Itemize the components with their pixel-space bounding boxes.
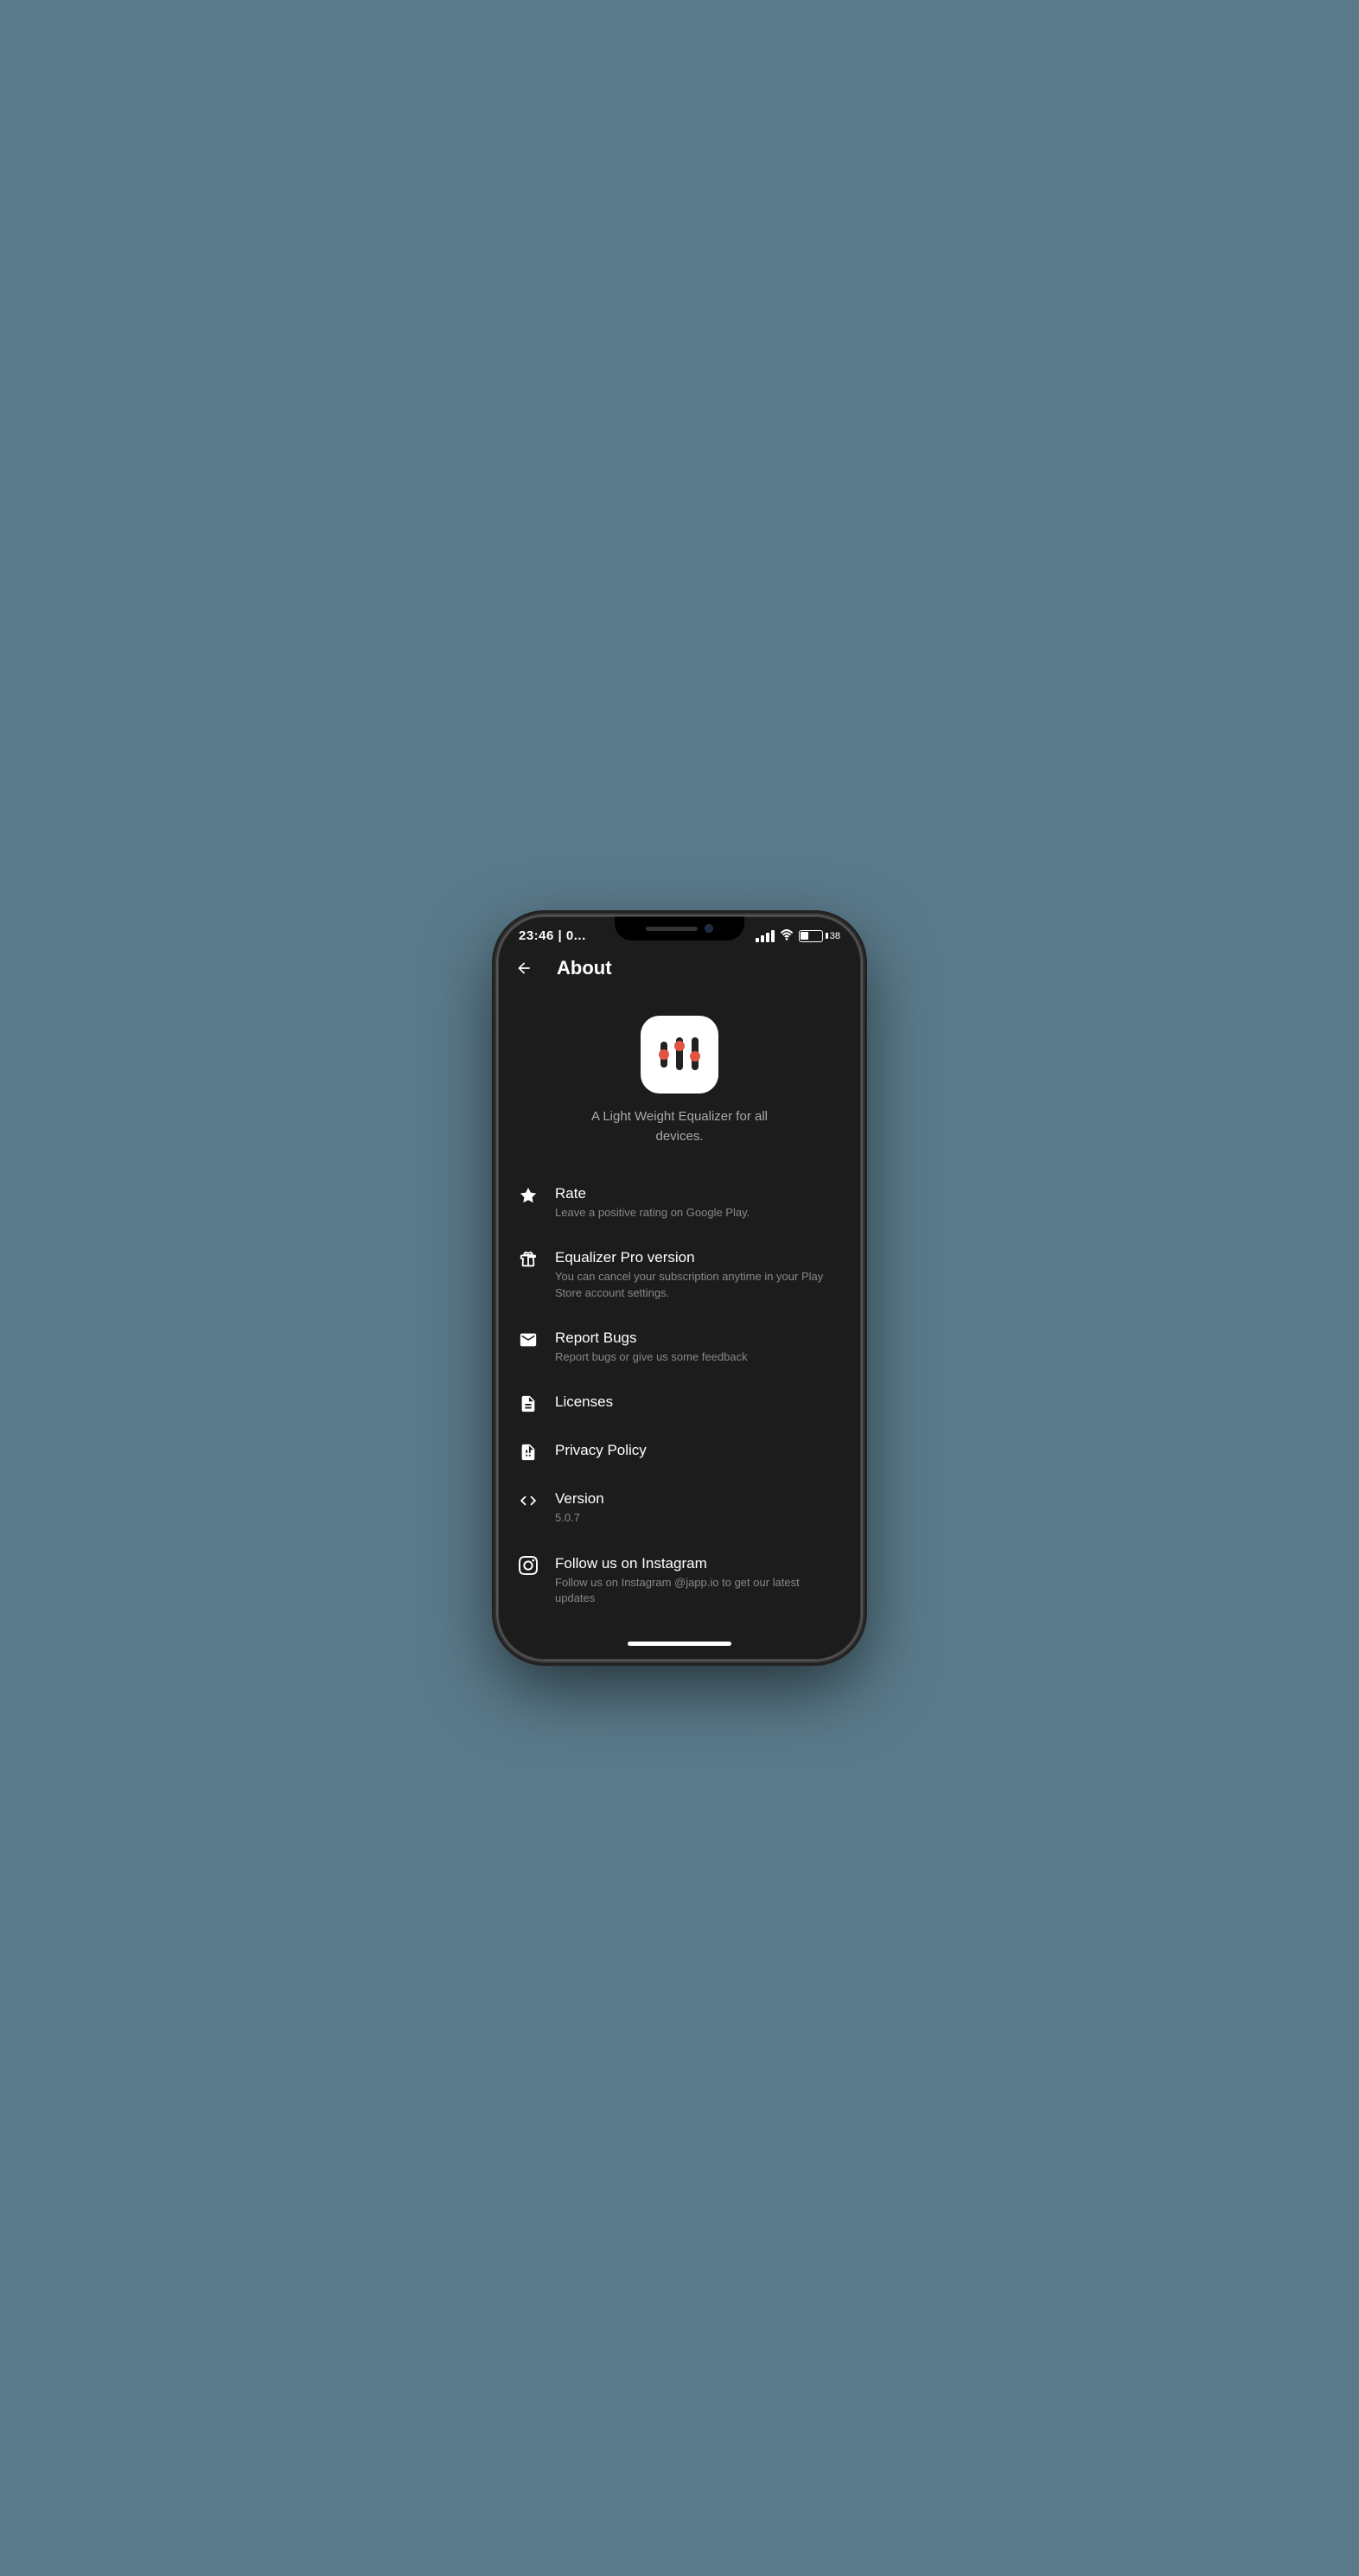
menu-title-pro: Equalizer Pro version	[555, 1248, 842, 1267]
menu-item-instagram[interactable]: Follow us on Instagram Follow us on Inst…	[498, 1540, 861, 1620]
menu-subtitle-instagram: Follow us on Instagram @japp.io to get o…	[555, 1575, 842, 1606]
signal-bars	[756, 930, 775, 942]
code-icon	[517, 1491, 539, 1510]
menu-subtitle-version: 5.0.7	[555, 1510, 842, 1526]
menu-text-licenses: Licenses	[555, 1393, 842, 1413]
menu-text-instagram: Follow us on Instagram Follow us on Inst…	[555, 1554, 842, 1606]
instagram-icon	[517, 1556, 539, 1575]
document2-icon	[517, 1443, 539, 1462]
signal-bar-4	[771, 930, 775, 942]
top-bar: About	[498, 950, 861, 992]
menu-subtitle-bugs: Report bugs or give us some feedback	[555, 1349, 842, 1365]
menu-title-rate: Rate	[555, 1184, 842, 1203]
menu-item-version: Version 5.0.7	[498, 1476, 861, 1540]
menu-text-rate: Rate Leave a positive rating on Google P…	[555, 1184, 842, 1221]
page-title: About	[557, 957, 612, 979]
menu-title-licenses: Licenses	[555, 1393, 842, 1412]
home-indicator	[498, 1633, 861, 1660]
content-area[interactable]: A Light Weight Equalizer for all devices…	[498, 992, 861, 1633]
menu-item-bugs[interactable]: Report Bugs Report bugs or give us some …	[498, 1315, 861, 1379]
signal-bar-2	[761, 935, 764, 942]
speaker	[646, 927, 698, 931]
menu-title-bugs: Report Bugs	[555, 1329, 842, 1348]
battery-icon: 38	[799, 930, 840, 942]
menu-text-version: Version 5.0.7	[555, 1489, 842, 1526]
phone-frame: 23:46 | 0...	[498, 916, 861, 1660]
notch	[615, 916, 744, 940]
menu-text-bugs: Report Bugs Report bugs or give us some …	[555, 1329, 842, 1365]
document-icon	[517, 1394, 539, 1413]
app-icon	[641, 1016, 718, 1094]
menu-item-licenses[interactable]: Licenses	[498, 1379, 861, 1427]
menu-subtitle-rate: Leave a positive rating on Google Play.	[555, 1205, 842, 1221]
signal-bar-1	[756, 938, 759, 942]
menu-subtitle-pro: You can cancel your subscription anytime…	[555, 1269, 842, 1300]
envelope-icon	[517, 1330, 539, 1349]
back-button[interactable]	[515, 960, 543, 977]
battery-text: 38	[830, 931, 840, 941]
gift-icon	[517, 1250, 539, 1269]
menu-title-version: Version	[555, 1489, 842, 1508]
menu-item-rate[interactable]: Rate Leave a positive rating on Google P…	[498, 1170, 861, 1234]
menu-text-privacy: Privacy Policy	[555, 1441, 842, 1462]
menu-list: Rate Leave a positive rating on Google P…	[498, 1164, 861, 1633]
status-icons: 38	[756, 928, 840, 943]
menu-item-pro[interactable]: Equalizer Pro version You can cancel you…	[498, 1234, 861, 1314]
menu-title-privacy: Privacy Policy	[555, 1441, 842, 1460]
menu-text-pro: Equalizer Pro version You can cancel you…	[555, 1248, 842, 1300]
app-icon-section: A Light Weight Equalizer for all devices…	[498, 992, 861, 1164]
menu-title-instagram: Follow us on Instagram	[555, 1554, 842, 1573]
signal-bar-3	[766, 933, 769, 942]
home-bar	[628, 1642, 731, 1646]
app-tagline: A Light Weight Equalizer for all devices…	[571, 1107, 788, 1146]
menu-item-telegram[interactable]: Join our Telegram Community Join our Tel…	[498, 1620, 861, 1633]
status-bar: 23:46 | 0...	[498, 916, 861, 950]
star-icon	[517, 1186, 539, 1205]
wifi-icon	[780, 928, 794, 943]
status-time: 23:46 | 0...	[519, 928, 586, 943]
camera	[705, 924, 713, 933]
screen: 23:46 | 0...	[498, 916, 861, 1660]
menu-item-privacy[interactable]: Privacy Policy	[498, 1427, 861, 1476]
